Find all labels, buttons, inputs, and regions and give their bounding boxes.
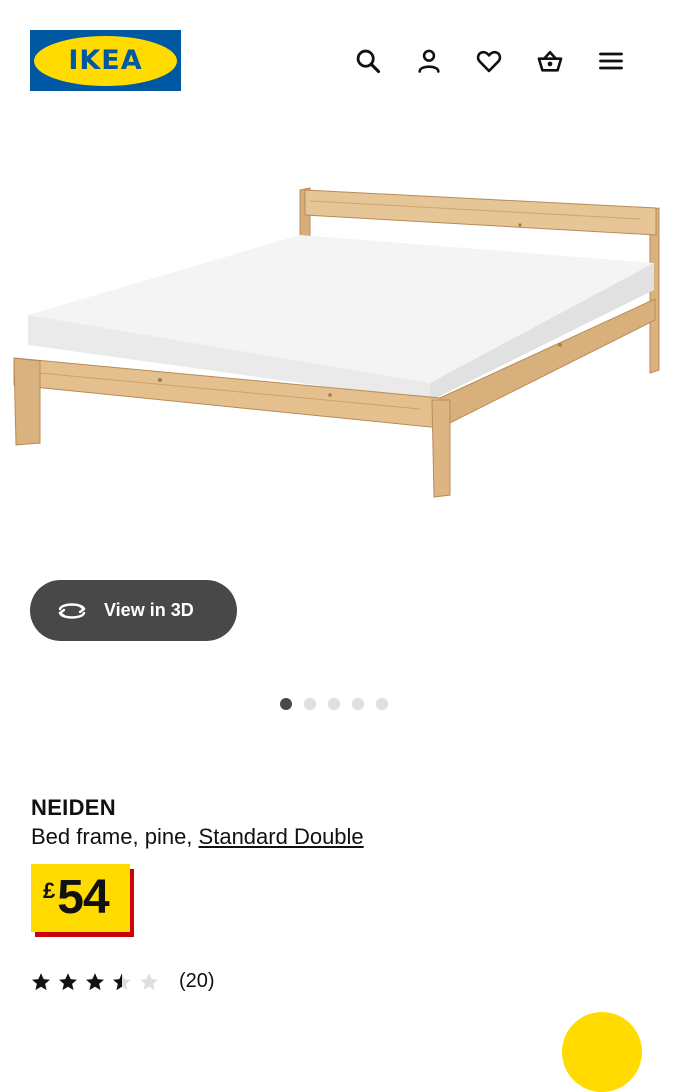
size-link[interactable]: Standard Double (199, 824, 364, 849)
floating-action-button[interactable] (562, 1012, 642, 1092)
rating[interactable]: (20) (30, 970, 215, 993)
price-tag: £ 54 (31, 864, 130, 932)
star-empty-icon (140, 972, 158, 990)
view-in-3d-label: View in 3D (104, 600, 194, 620)
star-half-icon (113, 972, 131, 990)
star-full-icon (86, 972, 104, 990)
price-amount: 54 (57, 871, 109, 924)
product-description: Bed frame, pine, Standard Double (31, 824, 364, 850)
review-count: (20) (179, 970, 215, 992)
logo-text: IKEA (68, 45, 143, 76)
star-full-icon (32, 972, 50, 990)
user-icon[interactable] (410, 42, 448, 80)
product-image[interactable] (0, 175, 673, 515)
carousel-dot[interactable] (376, 698, 388, 710)
product-name: NEIDEN (31, 795, 116, 820)
carousel-dot[interactable] (280, 698, 292, 710)
product-description-text: Bed frame, pine, (31, 824, 199, 849)
star-full-icon (59, 972, 77, 990)
menu-icon[interactable] (592, 42, 630, 80)
price-currency: £ (43, 878, 56, 903)
view-in-3d-button[interactable]: View in 3D (30, 580, 237, 641)
carousel-dot[interactable] (352, 698, 364, 710)
logo-oval: IKEA (34, 35, 177, 86)
carousel-dot[interactable] (304, 698, 316, 710)
basket-icon[interactable] (531, 42, 569, 80)
heart-icon[interactable] (470, 42, 508, 80)
rotate-icon (56, 599, 90, 623)
carousel-dots (280, 698, 388, 710)
ikea-logo[interactable]: IKEA (30, 30, 181, 91)
site-header: IKEA (0, 0, 673, 120)
search-icon[interactable] (349, 42, 387, 80)
carousel-dot[interactable] (328, 698, 340, 710)
